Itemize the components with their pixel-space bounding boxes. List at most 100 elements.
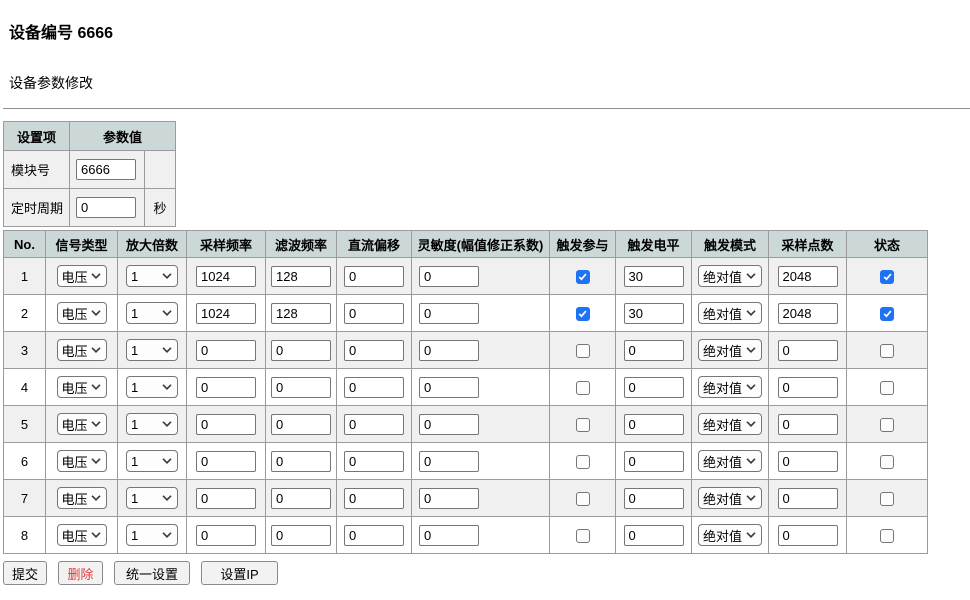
gain-select[interactable]: 1: [126, 524, 178, 546]
signal-type-select[interactable]: 电压: [57, 450, 107, 472]
sensitivity-input[interactable]: [419, 303, 479, 324]
trigger-mode-select[interactable]: 绝对值: [698, 450, 762, 472]
sample-points-input[interactable]: [778, 266, 838, 287]
sample-rate-input[interactable]: [196, 488, 256, 509]
filter-rate-input[interactable]: [271, 488, 331, 509]
signal-type-select[interactable]: 电压: [57, 339, 107, 361]
filter-rate-input[interactable]: [271, 377, 331, 398]
signal-type-select[interactable]: 电压: [57, 524, 107, 546]
sample-points-input[interactable]: [778, 414, 838, 435]
filter-rate-input[interactable]: [271, 340, 331, 361]
trigger-enabled-checkbox[interactable]: [576, 381, 590, 395]
filter-rate-input[interactable]: [271, 525, 331, 546]
dc-offset-input[interactable]: [344, 451, 404, 472]
sample-rate-input[interactable]: [196, 525, 256, 546]
dc-offset-input[interactable]: [344, 340, 404, 361]
signal-type-select[interactable]: 电压: [57, 487, 107, 509]
row-number: 8: [4, 517, 46, 554]
sample-points-input[interactable]: [778, 525, 838, 546]
trigger-level-input[interactable]: [624, 414, 684, 435]
trigger-mode-select[interactable]: 绝对值: [698, 339, 762, 361]
trigger-level-input[interactable]: [624, 488, 684, 509]
dc-offset-input[interactable]: [344, 303, 404, 324]
sample-points-input[interactable]: [778, 303, 838, 324]
trigger-mode-select[interactable]: 绝对值: [698, 302, 762, 324]
dc-offset-input[interactable]: [344, 266, 404, 287]
gain-select[interactable]: 1: [126, 413, 178, 435]
sample-points-input[interactable]: [778, 488, 838, 509]
gain-select[interactable]: 1: [126, 376, 178, 398]
trigger-level-input[interactable]: [624, 377, 684, 398]
sample-rate-input[interactable]: [196, 377, 256, 398]
signal-type-select[interactable]: 电压: [57, 265, 107, 287]
sample-rate-input[interactable]: [196, 266, 256, 287]
filter-rate-input[interactable]: [271, 266, 331, 287]
sensitivity-input[interactable]: [419, 377, 479, 398]
sample-points-input[interactable]: [778, 340, 838, 361]
batch-set-button[interactable]: 统一设置: [114, 561, 190, 585]
trigger-enabled-checkbox[interactable]: [576, 307, 590, 321]
gain-select[interactable]: 1: [126, 487, 178, 509]
status-checkbox[interactable]: [880, 529, 894, 543]
trigger-enabled-checkbox[interactable]: [576, 344, 590, 358]
sample-points-input[interactable]: [778, 451, 838, 472]
row-number: 3: [4, 332, 46, 369]
sensitivity-input[interactable]: [419, 451, 479, 472]
sensitivity-input[interactable]: [419, 414, 479, 435]
trigger-level-input[interactable]: [624, 451, 684, 472]
sample-points-input[interactable]: [778, 377, 838, 398]
dc-offset-input[interactable]: [344, 414, 404, 435]
sensitivity-input[interactable]: [419, 488, 479, 509]
signal-type-select-value: 电压: [62, 415, 88, 434]
trigger-level-input[interactable]: [624, 266, 684, 287]
chevron-down-icon: [91, 384, 101, 390]
trigger-enabled-checkbox[interactable]: [576, 418, 590, 432]
sample-rate-input[interactable]: [196, 340, 256, 361]
trigger-enabled-checkbox[interactable]: [576, 529, 590, 543]
status-checkbox[interactable]: [880, 492, 894, 506]
sample-rate-input[interactable]: [196, 451, 256, 472]
sensitivity-input[interactable]: [419, 266, 479, 287]
trigger-mode-select[interactable]: 绝对值: [698, 265, 762, 287]
setting-value-input[interactable]: [76, 197, 136, 218]
trigger-mode-select[interactable]: 绝对值: [698, 413, 762, 435]
signal-type-select[interactable]: 电压: [57, 413, 107, 435]
filter-rate-input[interactable]: [271, 451, 331, 472]
trigger-level-input[interactable]: [624, 525, 684, 546]
delete-button[interactable]: 删除: [58, 561, 103, 585]
trigger-enabled-checkbox[interactable]: [576, 492, 590, 506]
trigger-enabled-checkbox[interactable]: [576, 270, 590, 284]
filter-rate-input[interactable]: [271, 303, 331, 324]
trigger-mode-select[interactable]: 绝对值: [698, 524, 762, 546]
signal-type-select[interactable]: 电压: [57, 302, 107, 324]
trigger-mode-select[interactable]: 绝对值: [698, 376, 762, 398]
trigger-level-input[interactable]: [624, 340, 684, 361]
filter-rate-input[interactable]: [271, 414, 331, 435]
trigger-level-input[interactable]: [624, 303, 684, 324]
status-checkbox[interactable]: [880, 307, 894, 321]
status-checkbox[interactable]: [880, 344, 894, 358]
check-icon: [882, 271, 893, 282]
gain-select[interactable]: 1: [126, 265, 178, 287]
signal-type-select[interactable]: 电压: [57, 376, 107, 398]
submit-button[interactable]: 提交: [3, 561, 47, 585]
setting-value-input[interactable]: [76, 159, 136, 180]
status-checkbox[interactable]: [880, 381, 894, 395]
channel-table: No.信号类型放大倍数采样频率滤波频率直流偏移灵敏度(幅值修正系数)触发参与触发…: [3, 230, 928, 554]
dc-offset-input[interactable]: [344, 377, 404, 398]
sensitivity-input[interactable]: [419, 340, 479, 361]
gain-select[interactable]: 1: [126, 302, 178, 324]
sample-rate-input[interactable]: [196, 414, 256, 435]
trigger-enabled-checkbox[interactable]: [576, 455, 590, 469]
set-ip-button[interactable]: 设置IP: [201, 561, 278, 585]
dc-offset-input[interactable]: [344, 488, 404, 509]
gain-select[interactable]: 1: [126, 450, 178, 472]
sample-rate-input[interactable]: [196, 303, 256, 324]
trigger-mode-select[interactable]: 绝对值: [698, 487, 762, 509]
gain-select[interactable]: 1: [126, 339, 178, 361]
dc-offset-input[interactable]: [344, 525, 404, 546]
status-checkbox[interactable]: [880, 455, 894, 469]
status-checkbox[interactable]: [880, 418, 894, 432]
sensitivity-input[interactable]: [419, 525, 479, 546]
status-checkbox[interactable]: [880, 270, 894, 284]
